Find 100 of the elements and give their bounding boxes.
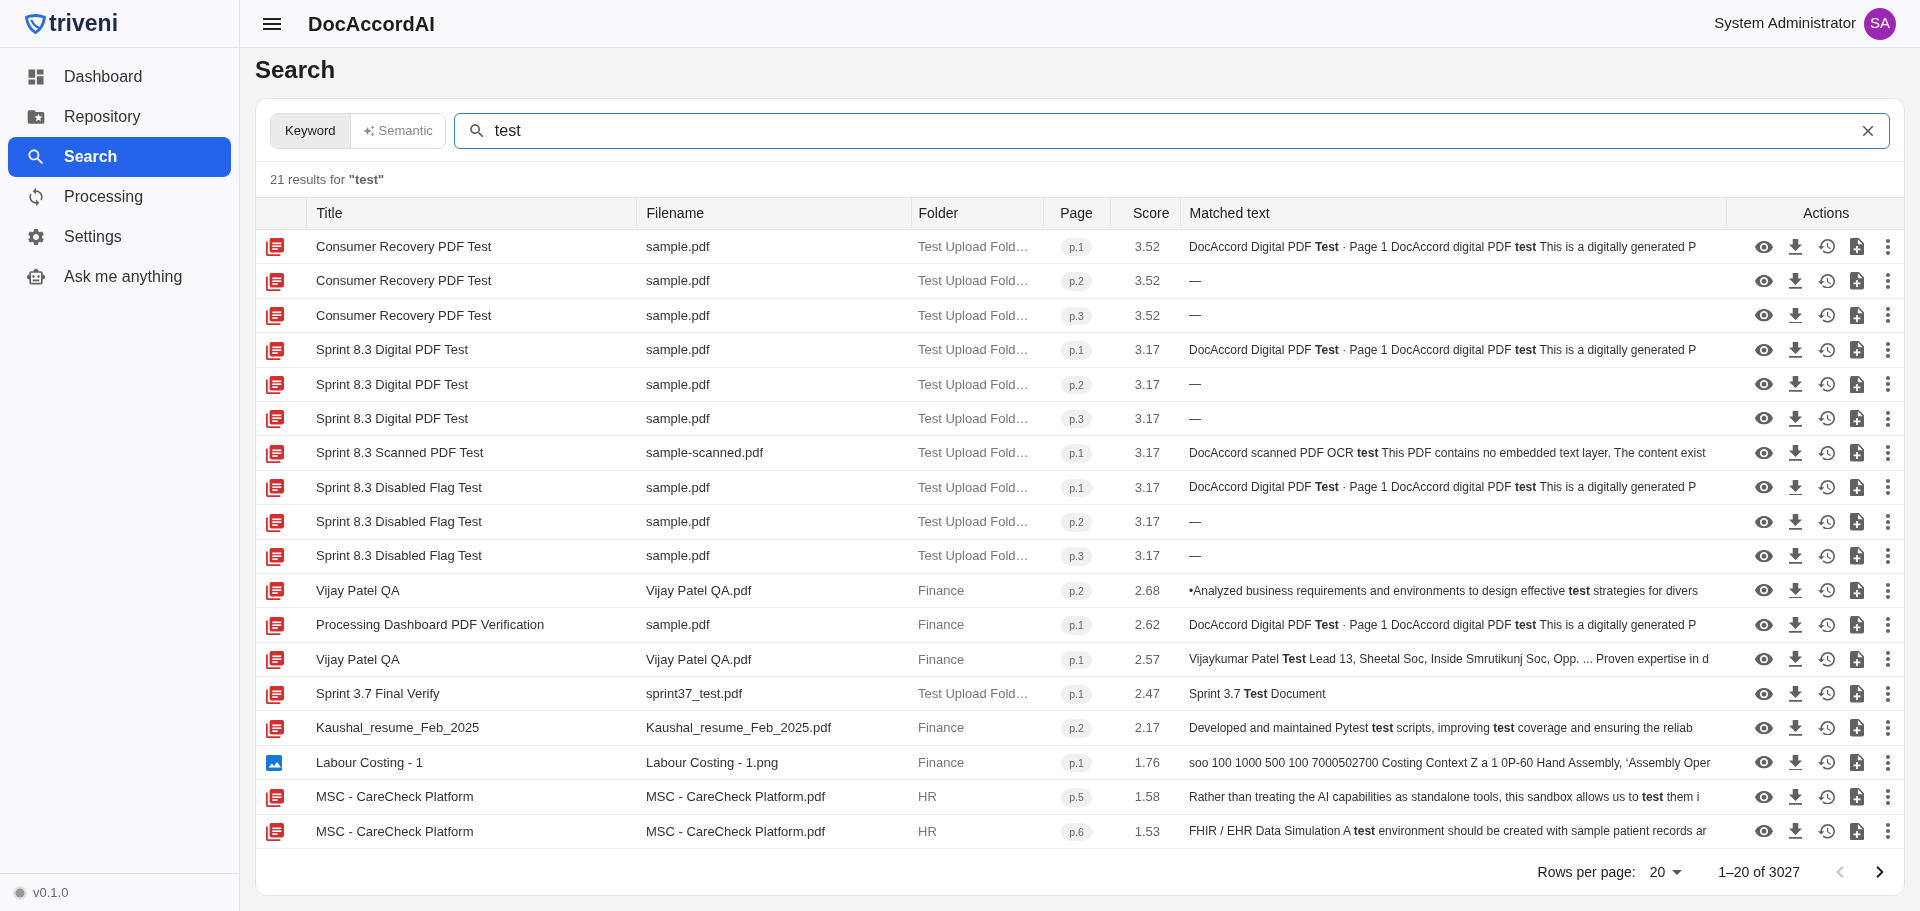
history-icon [1817, 755, 1835, 770]
document-stack-icon [266, 582, 284, 601]
document-title: Vijay Patel QA [316, 582, 400, 598]
vertical-dots-icon [1886, 238, 1890, 255]
file-name: sample.pdf [646, 548, 710, 564]
page-badge: p.1 [1061, 616, 1092, 635]
eye-icon [1755, 446, 1773, 460]
nav-item[interactable]: Search [8, 137, 231, 177]
document-stack-icon [266, 479, 284, 498]
matched-snippet: Developed and maintained Pytest test scripts, improving test coverage and ensuring the reliab [1189, 721, 1693, 736]
document-stack-icon [266, 272, 284, 291]
relevance-score: 3.52 [1134, 307, 1160, 323]
relevance-score: 3.17 [1134, 445, 1160, 461]
page-badge: p.2 [1061, 375, 1092, 394]
history-icon [1817, 480, 1835, 495]
page-title: Search [255, 55, 336, 85]
eye-icon [1755, 515, 1773, 528]
caret-icon [1672, 869, 1683, 875]
folder-name: Finance [918, 720, 965, 736]
search-field[interactable]: test [453, 113, 1890, 149]
page-badge: p.3 [1061, 306, 1092, 326]
vertical-dots-icon [1886, 341, 1890, 358]
file-name: sample.pdf [646, 479, 710, 495]
history-icon [1817, 652, 1835, 667]
document-stack-icon [266, 651, 284, 670]
eye-icon [1755, 722, 1773, 735]
vertical-dots-icon [1886, 788, 1890, 805]
relevance-score: 1.76 [1134, 754, 1160, 770]
page-badge: p.1 [1061, 444, 1092, 463]
vertical-dots-icon [1886, 376, 1890, 393]
app-title: DocAccordAI [308, 11, 435, 37]
download-icon [1788, 789, 1802, 805]
rows-per-page-select[interactable]: 20 [1649, 860, 1683, 884]
page-badge: p.2 [1061, 513, 1092, 532]
document-title: Sprint 8.3 Disabled Flag Test [316, 479, 482, 495]
download-icon [1788, 548, 1802, 565]
document-title: Kaushal_resume_Feb_2025 [316, 720, 480, 736]
file-plus-icon [1850, 822, 1864, 841]
vertical-dots-icon [1886, 548, 1890, 565]
page-badge: p.1 [1061, 650, 1092, 670]
relevance-score: 1.53 [1134, 823, 1160, 839]
download-icon [1788, 823, 1802, 840]
download-icon [1788, 651, 1802, 668]
folder-name: Finance [918, 651, 965, 667]
file-name: sample.pdf [646, 307, 710, 323]
history-icon [1817, 411, 1835, 426]
brand-name: triveni [49, 12, 119, 35]
nav-item[interactable]: Processing [8, 177, 231, 217]
page-badge: p.5 [1061, 788, 1092, 807]
rows-per-page-label: Rows per page: [1537, 862, 1636, 882]
matched-snippet: — [1189, 411, 1201, 426]
download-icon [1788, 685, 1802, 702]
nav-item[interactable]: Repository [8, 97, 231, 137]
page-badge: p.2 [1061, 719, 1092, 738]
file-name: Labour Costing - 1.png [646, 754, 779, 770]
vertical-dots-icon [1886, 754, 1890, 771]
file-name: sample.pdf [646, 376, 710, 392]
nav-item[interactable]: Ask me anything [8, 257, 231, 297]
folder-name: Test Upload Fold… [918, 238, 1029, 254]
history-icon [1817, 583, 1835, 598]
page-badge: p.1 [1061, 341, 1092, 360]
nav-item[interactable]: Dashboard [8, 57, 231, 97]
folder-name: Test Upload Fold… [918, 342, 1029, 358]
document-stack-icon [266, 513, 284, 532]
folder-name: Test Upload Fold… [918, 307, 1029, 323]
relevance-score: 1.58 [1134, 789, 1160, 805]
eye-icon [1755, 790, 1773, 804]
user-avatar[interactable]: SA [1864, 7, 1896, 40]
document-stack-icon [266, 616, 284, 635]
eye-icon [1755, 343, 1773, 356]
eye-icon [1755, 274, 1773, 288]
eye-icon [1755, 756, 1773, 769]
matched-snippet: Rather than treating the AI capabilities as standalone tools, this sandbox allows us to test them i [1189, 789, 1700, 804]
matched-snippet: — [1189, 377, 1201, 392]
page-range: 1–20 of 3027 [1718, 862, 1800, 882]
download-icon [1788, 720, 1802, 737]
page-badge: p.1 [1061, 685, 1092, 704]
file-plus-icon [1850, 753, 1864, 772]
history-icon [1817, 239, 1835, 254]
download-icon [1788, 479, 1802, 496]
vertical-dots-icon [1886, 651, 1890, 668]
relevance-score: 3.17 [1134, 514, 1160, 530]
vertical-dots-icon [1886, 513, 1890, 530]
search-mode-button[interactable]: Semantic [349, 114, 445, 148]
shield-logo-icon [24, 12, 47, 35]
download-icon [1788, 754, 1802, 771]
document-title: MSC - CareCheck Platform [316, 823, 474, 839]
search-icon [26, 147, 46, 167]
matched-snippet: FHIR / EHR Data Simulation A test environment should be created with sample patient records ar [1189, 824, 1707, 839]
file-name: MSC - CareCheck Platform.pdf [646, 823, 826, 839]
document-title: Sprint 3.7 Final Verify [316, 686, 440, 701]
page-badge: p.1 [1061, 478, 1092, 498]
file-plus-icon [1850, 306, 1864, 325]
download-icon [1788, 582, 1802, 599]
column-header: Score [1110, 197, 1180, 230]
download-icon [1788, 445, 1802, 461]
document-title: Consumer Recovery PDF Test [316, 238, 492, 254]
vertical-dots-icon [1886, 445, 1890, 462]
search-mode-button[interactable]: Keyword [271, 114, 350, 148]
nav-item[interactable]: Settings [8, 217, 231, 257]
